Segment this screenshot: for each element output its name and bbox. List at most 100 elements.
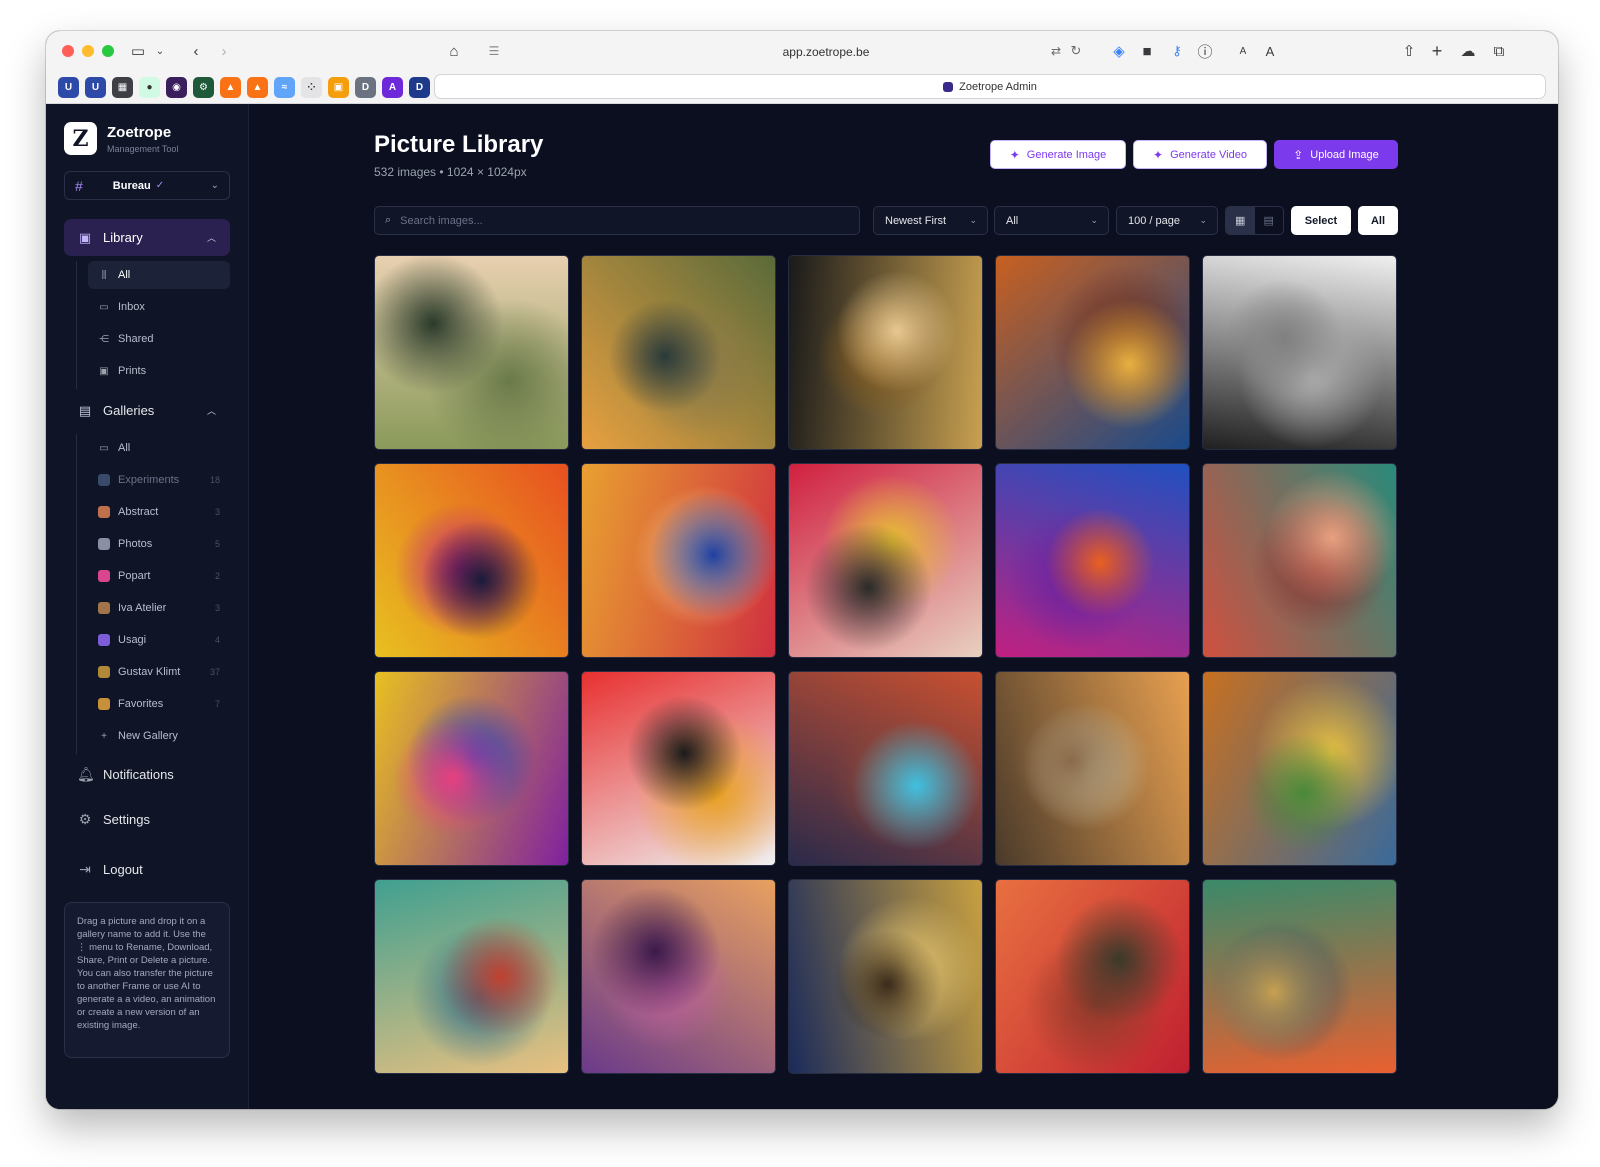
image-tile-mountain-sunset[interactable] xyxy=(581,255,776,450)
pinned-tab-icon[interactable]: D xyxy=(409,77,430,98)
extension-square-icon[interactable]: ■ xyxy=(1137,41,1157,61)
nav-settings[interactable]: ⚙ Settings xyxy=(64,804,230,834)
reader-icon[interactable]: ☰ xyxy=(484,41,504,61)
nav-logout-label: Logout xyxy=(103,861,143,877)
library-item-all[interactable]: ⫼ All xyxy=(88,261,230,289)
image-tile-balloon-circus[interactable] xyxy=(374,879,569,1074)
image-tile-cathedral-ceiling[interactable] xyxy=(581,879,776,1074)
upload-image-button[interactable]: ⇪ Upload Image xyxy=(1274,140,1398,169)
back-icon[interactable]: ‹ xyxy=(186,41,206,61)
image-tile-phoenix-bird[interactable] xyxy=(995,463,1190,658)
select-button[interactable]: Select xyxy=(1291,206,1351,235)
pinned-tab-icon[interactable]: ⁘ xyxy=(301,77,322,98)
view-toggle: ▦ ▤ xyxy=(1225,206,1284,235)
pinned-tab-icon[interactable]: ▦ xyxy=(112,77,133,98)
gallery-item[interactable]: Gustav Klimt 37 xyxy=(88,658,230,686)
pinned-tab-icon[interactable]: ◉ xyxy=(166,77,187,98)
image-tile-impressionist-portrait[interactable] xyxy=(1202,879,1397,1074)
image-tile-golden-goddess[interactable] xyxy=(788,255,983,450)
image-tile-red-bedroom[interactable] xyxy=(1202,463,1397,658)
image-tile-bw-portrait[interactable] xyxy=(1202,255,1397,450)
active-tab-title: Zoetrope Admin xyxy=(959,80,1037,93)
pinned-tab-icon[interactable]: U xyxy=(58,77,79,98)
image-tile-abstract-swirls[interactable] xyxy=(581,463,776,658)
gallery-item[interactable]: Experiments 18 xyxy=(88,466,230,494)
image-tile-spaceship[interactable] xyxy=(788,671,983,866)
pinned-tab-icon[interactable]: D xyxy=(355,77,376,98)
logout-icon: ⇥ xyxy=(79,860,91,877)
gallery-item-all[interactable]: ▭ All xyxy=(88,434,230,462)
image-icon: ▣ xyxy=(99,365,109,377)
close-window-button[interactable] xyxy=(62,45,74,57)
grid-view-icon[interactable]: ▦ xyxy=(1226,207,1255,234)
pinned-tab-icon[interactable]: ≈ xyxy=(274,77,295,98)
window-controls xyxy=(62,45,114,57)
chevron-down-icon[interactable]: ⌄ xyxy=(150,41,170,61)
select-all-button[interactable]: All xyxy=(1358,206,1398,235)
minimize-window-button[interactable] xyxy=(82,45,94,57)
zoom-window-button[interactable] xyxy=(102,45,114,57)
image-tile-painted-tank[interactable] xyxy=(1202,671,1397,866)
image-tile-popart-man[interactable] xyxy=(374,671,569,866)
text-larger-icon[interactable]: A xyxy=(1260,41,1280,61)
share-icon[interactable]: ⇧ xyxy=(1399,41,1419,61)
workspace-selector[interactable]: # Bureau ✓ ⌄ xyxy=(64,171,230,200)
extension-cube-icon[interactable]: ◈ xyxy=(1109,41,1129,61)
pinned-tab-icon[interactable]: U xyxy=(85,77,106,98)
nav-galleries[interactable]: ▤ Galleries ︿ xyxy=(64,392,230,429)
generate-video-button[interactable]: ✦ Generate Video xyxy=(1133,140,1267,169)
image-tile-paint-explosion[interactable] xyxy=(788,463,983,658)
active-tab[interactable]: Zoetrope Admin xyxy=(434,74,1546,99)
reload-icon[interactable]: ↻ xyxy=(1066,41,1086,61)
forward-icon[interactable]: › xyxy=(214,41,234,61)
nav-notifications[interactable]: 🔔︎ Notifications xyxy=(64,759,230,789)
gallery-item[interactable]: Popart 2 xyxy=(88,562,230,590)
home-icon[interactable]: ⌂ xyxy=(444,41,464,61)
gallery-item[interactable]: Usagi 4 xyxy=(88,626,230,654)
nav-galleries-label: Galleries xyxy=(103,403,155,418)
new-gallery-button[interactable]: + New Gallery xyxy=(88,722,230,750)
library-item-prints[interactable]: ▣ Prints xyxy=(88,357,230,385)
library-item-inbox[interactable]: ▭ Inbox xyxy=(88,293,230,321)
pinned-tab-icon[interactable]: ▲ xyxy=(247,77,268,98)
cloud-icon[interactable]: ☁ xyxy=(1458,41,1478,61)
library-item-shared[interactable]: ⋲ Shared xyxy=(88,325,230,353)
tab-overview-icon[interactable]: ⧉ xyxy=(1489,41,1509,61)
sidebar-toggle-icon[interactable]: ▭ xyxy=(128,41,148,61)
filter-select[interactable]: All ⌄ xyxy=(994,206,1109,235)
app: Z Zoetrope Management Tool # Bureau ✓ ⌄ … xyxy=(46,104,1558,1109)
translate-icon[interactable]: ⇄ xyxy=(1046,41,1066,61)
brand[interactable]: Z Zoetrope Management Tool xyxy=(64,122,178,155)
plus-icon: + xyxy=(101,730,107,742)
generate-image-button[interactable]: ✦ Generate Image xyxy=(990,140,1126,169)
image-tile-popart-woman[interactable] xyxy=(581,671,776,866)
library-item-label: Shared xyxy=(118,333,154,345)
gallery-item[interactable]: Favorites 7 xyxy=(88,690,230,718)
image-tile-psychedelic-figure[interactable] xyxy=(374,463,569,658)
gallery-item[interactable]: Iva Atelier 3 xyxy=(88,594,230,622)
image-tile-mandala[interactable] xyxy=(995,255,1190,450)
per-page-select[interactable]: 100 / page ⌄ xyxy=(1116,206,1218,235)
gallery-item[interactable]: Abstract 3 xyxy=(88,498,230,526)
library-item-label: All xyxy=(118,269,131,281)
pinned-tab-icon[interactable]: A xyxy=(382,77,403,98)
extension-key-icon[interactable]: ⚷ xyxy=(1167,41,1187,61)
image-tile-desert-castle[interactable] xyxy=(995,671,1190,866)
pinned-tab-icon[interactable]: ▲ xyxy=(220,77,241,98)
pinned-tab-icon[interactable]: ● xyxy=(139,77,160,98)
image-tile-flower-tank[interactable] xyxy=(995,879,1190,1074)
gallery-item[interactable]: Photos 5 xyxy=(88,530,230,558)
pinned-tab-icon[interactable]: ⚙ xyxy=(193,77,214,98)
list-view-icon[interactable]: ▤ xyxy=(1255,207,1284,234)
text-smaller-icon[interactable]: A xyxy=(1233,41,1253,61)
new-tab-icon[interactable]: + xyxy=(1427,41,1447,61)
search-field[interactable]: ⌕ Search images... xyxy=(374,206,860,235)
image-icon: ▣ xyxy=(78,229,92,245)
image-tile-singer-portrait[interactable] xyxy=(788,879,983,1074)
nav-logout[interactable]: ⇥ Logout xyxy=(64,854,230,884)
nav-library[interactable]: ▣ Library ︿ xyxy=(64,219,230,256)
info-icon[interactable]: ⓘ xyxy=(1195,41,1215,61)
image-tile-woman-with-apple[interactable] xyxy=(374,255,569,450)
sort-select[interactable]: Newest First ⌄ xyxy=(873,206,988,235)
pinned-tab-icon[interactable]: ▣ xyxy=(328,77,349,98)
